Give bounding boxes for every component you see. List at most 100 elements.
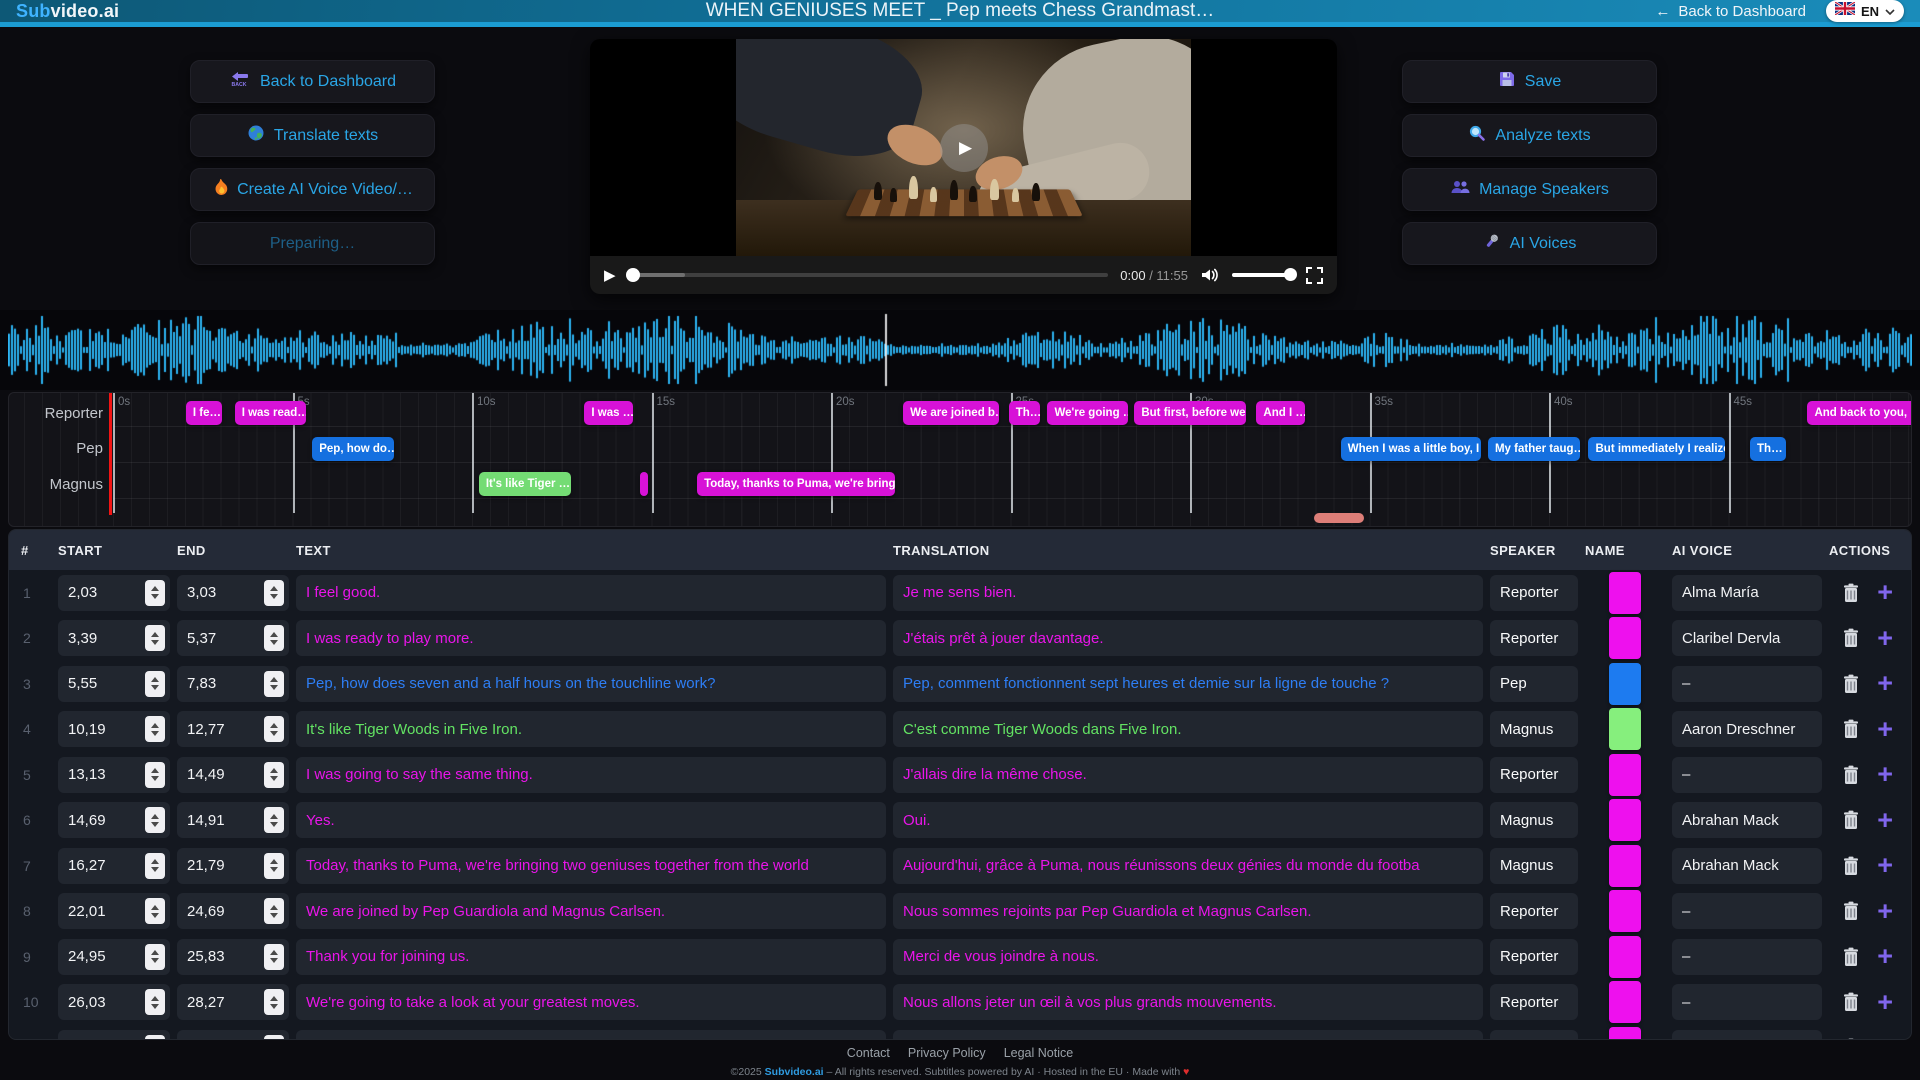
subtitle-segment[interactable]: But immediately I realize… — [1588, 437, 1724, 461]
start-time-input[interactable]: 22,01 — [58, 893, 170, 929]
delete-row-icon[interactable] — [1841, 718, 1861, 740]
ai-voice-cell[interactable]: – — [1672, 757, 1822, 793]
stepper-down-icon[interactable] — [270, 685, 278, 690]
subtitle-text-cell[interactable]: Today, thanks to Puma, we're bringing tw… — [296, 848, 886, 884]
subtitle-segment[interactable]: When I was a little boy, I t… — [1341, 437, 1481, 461]
speaker-color-swatch[interactable] — [1609, 1027, 1641, 1040]
contact-link[interactable]: Contact — [847, 1046, 890, 1060]
stepper-up-icon[interactable] — [270, 905, 278, 910]
speaker-color-swatch[interactable] — [1609, 845, 1641, 887]
play-overlay-button[interactable]: ▶ — [940, 124, 988, 172]
subtitle-segment[interactable]: I was … — [584, 401, 633, 425]
stepper-down-icon[interactable] — [270, 958, 278, 963]
progress-bar[interactable] — [628, 273, 1109, 277]
start-stepper[interactable] — [145, 580, 165, 606]
subtitle-text-cell[interactable]: I was going to say the same thing. — [296, 757, 886, 793]
end-time-input[interactable]: 14,49 — [177, 757, 289, 793]
ai-voice-cell[interactable]: Claribel Dervla — [1672, 620, 1822, 656]
ai-voice-cell[interactable]: Abrahan Mack — [1672, 848, 1822, 884]
start-stepper[interactable] — [145, 989, 165, 1015]
subtitle-text-cell[interactable] — [296, 1030, 886, 1040]
add-row-button[interactable]: + — [1877, 1034, 1893, 1040]
stepper-up-icon[interactable] — [151, 905, 159, 910]
start-stepper[interactable] — [145, 853, 165, 879]
start-stepper[interactable] — [145, 762, 165, 788]
start-time-input[interactable]: 5,55 — [58, 666, 170, 702]
start-stepper[interactable] — [145, 807, 165, 833]
subtitle-text-cell[interactable]: I was ready to play more. — [296, 620, 886, 656]
subtitle-segment[interactable]: And I … — [1256, 401, 1304, 425]
end-time-input[interactable] — [177, 1030, 289, 1040]
create-ai-voice-video-button[interactable]: Create AI Voice Video/… — [190, 168, 435, 211]
analyze-texts-button[interactable]: Analyze texts — [1402, 114, 1657, 157]
ai-voice-cell[interactable]: – — [1672, 984, 1822, 1020]
subtitle-segment[interactable]: Pep, how do… — [312, 437, 394, 461]
end-time-input[interactable]: 24,69 — [177, 893, 289, 929]
speaker-cell[interactable]: Reporter — [1490, 620, 1578, 656]
delete-row-icon[interactable] — [1841, 900, 1861, 922]
translation-cell[interactable]: Je me sens bien. — [893, 575, 1483, 611]
add-row-button[interactable]: + — [1877, 670, 1893, 697]
stepper-down-icon[interactable] — [270, 1004, 278, 1009]
stepper-up-icon[interactable] — [151, 996, 159, 1001]
end-stepper[interactable] — [264, 762, 284, 788]
delete-row-icon[interactable] — [1841, 627, 1861, 649]
end-time-input[interactable]: 5,37 — [177, 620, 289, 656]
stepper-up-icon[interactable] — [270, 632, 278, 637]
start-stepper[interactable] — [145, 1035, 165, 1040]
start-time-input[interactable]: 26,03 — [58, 984, 170, 1020]
end-stepper[interactable] — [264, 1035, 284, 1040]
stepper-down-icon[interactable] — [270, 867, 278, 872]
end-stepper[interactable] — [264, 580, 284, 606]
subtitle-segment[interactable]: We are joined b… — [903, 401, 999, 425]
stepper-up-icon[interactable] — [151, 814, 159, 819]
add-row-button[interactable]: + — [1877, 943, 1893, 970]
speaker-color-swatch[interactable] — [1609, 890, 1641, 932]
stepper-down-icon[interactable] — [151, 867, 159, 872]
legal-notice-link[interactable]: Legal Notice — [1004, 1046, 1074, 1060]
subtitle-segment[interactable]: But first, before we… — [1134, 401, 1245, 425]
start-time-input[interactable]: 10,19 — [58, 711, 170, 747]
stepper-down-icon[interactable] — [270, 776, 278, 781]
ai-voice-cell[interactable]: Aaron Dreschner — [1672, 711, 1822, 747]
speaker-cell[interactable]: Magnus — [1490, 848, 1578, 884]
add-row-button[interactable]: + — [1877, 852, 1893, 879]
end-time-input[interactable]: 21,79 — [177, 848, 289, 884]
end-stepper[interactable] — [264, 625, 284, 651]
audio-waveform[interactable] — [8, 312, 1912, 388]
start-time-input[interactable] — [58, 1030, 170, 1040]
add-row-button[interactable]: + — [1877, 761, 1893, 788]
subtitle-segment[interactable]: My father taug… — [1488, 437, 1580, 461]
footer-brand-link[interactable]: Subvideo.ai — [765, 1066, 824, 1078]
subtitle-text-cell[interactable]: I feel good. — [296, 575, 886, 611]
end-stepper[interactable] — [264, 671, 284, 697]
timeline-playhead[interactable] — [109, 393, 112, 515]
stepper-up-icon[interactable] — [151, 859, 159, 864]
subtitle-text-cell[interactable]: Thank you for joining us. — [296, 939, 886, 975]
stepper-down-icon[interactable] — [270, 640, 278, 645]
volume-slider[interactable] — [1232, 273, 1294, 277]
subtitle-segment[interactable]: It's like Tiger … — [479, 472, 572, 496]
stepper-down-icon[interactable] — [151, 958, 159, 963]
ai-voice-cell[interactable]: Alma María — [1672, 575, 1822, 611]
stepper-up-icon[interactable] — [270, 814, 278, 819]
stepper-down-icon[interactable] — [151, 1004, 159, 1009]
volume-icon[interactable] — [1200, 267, 1220, 283]
translation-cell[interactable]: Pep, comment fonctionnent sept heures et… — [893, 666, 1483, 702]
stepper-down-icon[interactable] — [270, 731, 278, 736]
end-time-input[interactable]: 12,77 — [177, 711, 289, 747]
translation-cell[interactable]: Aujourd'hui, grâce à Puma, nous réunisso… — [893, 848, 1483, 884]
start-stepper[interactable] — [145, 944, 165, 970]
subtitle-segment[interactable]: Today, thanks to Puma, we're bringi… — [697, 472, 895, 496]
stepper-up-icon[interactable] — [270, 768, 278, 773]
stepper-down-icon[interactable] — [270, 913, 278, 918]
speaker-color-swatch[interactable] — [1609, 617, 1641, 659]
speaker-color-swatch[interactable] — [1609, 663, 1641, 705]
speaker-cell[interactable]: Reporter — [1490, 575, 1578, 611]
translation-cell[interactable]: Merci de vous joindre à nous. — [893, 939, 1483, 975]
subtitle-segment[interactable]: Th… — [1750, 437, 1786, 461]
ai-voice-cell[interactable]: – — [1672, 893, 1822, 929]
translation-cell[interactable]: C'est comme Tiger Woods dans Five Iron. — [893, 711, 1483, 747]
speaker-cell[interactable]: Reporter — [1490, 757, 1578, 793]
delete-row-icon[interactable] — [1841, 764, 1861, 786]
